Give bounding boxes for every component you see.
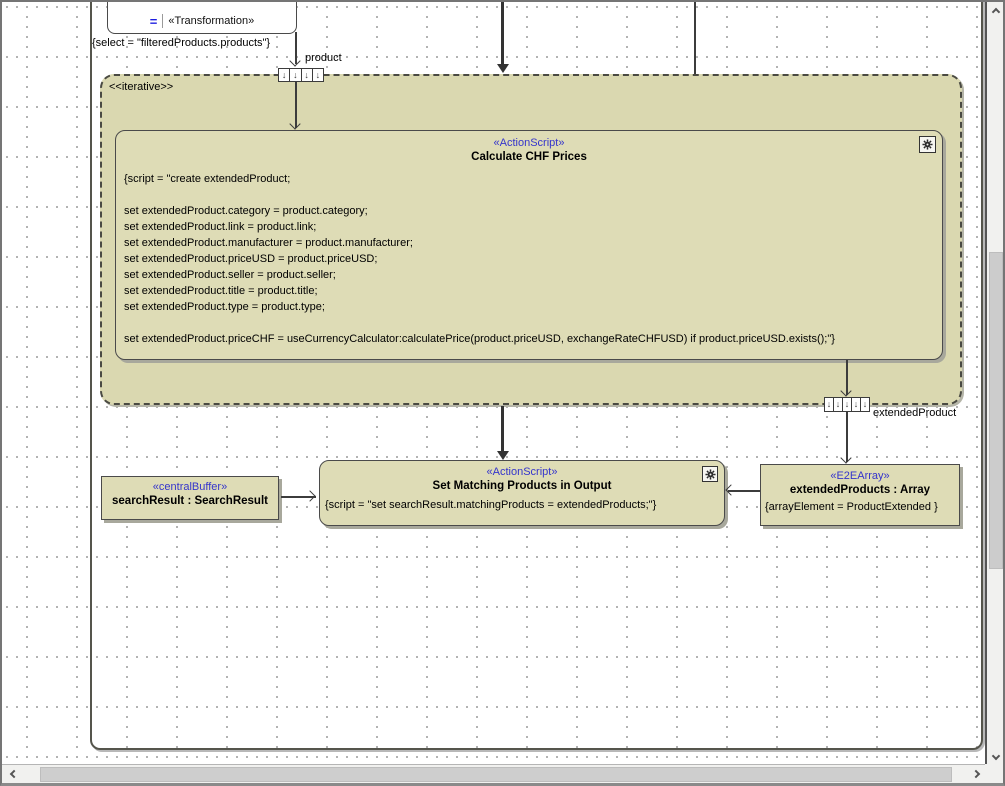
down-arrow-icon: ↓ <box>843 398 852 411</box>
down-arrow-icon: ↓ <box>861 398 869 411</box>
array-name: extendedProducts : Array <box>761 483 959 498</box>
gear-icon[interactable] <box>919 136 936 153</box>
chevron-right-icon <box>971 770 979 778</box>
transformation-stereotype: «Transformation» <box>168 15 254 27</box>
down-arrow-icon: ↓ <box>313 69 323 81</box>
down-arrow-icon: ↓ <box>834 398 843 411</box>
calculate-chf-prices-action[interactable]: «ActionScript» Calculate CHF Prices {scr… <box>115 130 943 360</box>
diagram-canvas[interactable]: = «Transformation» {select = "filteredPr… <box>2 2 985 765</box>
transformation-node[interactable]: = «Transformation» <box>107 2 297 34</box>
product-expansion-node[interactable]: ↓ ↓ ↓ ↓ <box>278 68 324 82</box>
action-stereotype: «ActionScript» <box>320 465 724 479</box>
chevron-left-icon <box>9 770 17 778</box>
product-pin-label: product <box>305 52 342 64</box>
array-stereotype: «E2EArray» <box>761 469 959 483</box>
chevron-up-icon <box>992 7 1000 15</box>
solid-arrowhead <box>497 451 509 460</box>
set-matching-products-action[interactable]: «ActionScript» Set Matching Products in … <box>319 460 725 526</box>
select-constraint: {select = "filteredProducts.products"} <box>92 37 270 49</box>
action-script-text: {script = "set searchResult.matchingProd… <box>320 497 724 513</box>
horizontal-scrollbar-thumb[interactable] <box>40 767 952 782</box>
array-element-constraint: {arrayElement = ProductExtended } <box>761 501 959 513</box>
down-arrow-icon: ↓ <box>825 398 834 411</box>
extended-product-expansion-node[interactable]: ↓ ↓ ↓ ↓ ↓ <box>824 397 870 412</box>
vertical-scrollbar-thumb[interactable] <box>989 252 1003 569</box>
stereotype-separator <box>162 14 163 28</box>
vertical-scrollbar[interactable] <box>985 2 1003 765</box>
down-arrow-icon: ↓ <box>852 398 861 411</box>
horizontal-scrollbar[interactable] <box>2 764 987 783</box>
scroll-up-button[interactable] <box>988 2 1004 18</box>
scroll-right-button[interactable] <box>969 766 985 782</box>
chevron-down-icon <box>992 751 1000 759</box>
action-stereotype: «ActionScript» <box>116 136 942 150</box>
buffer-name: searchResult : SearchResult <box>102 494 278 509</box>
buffer-stereotype: «centralBuffer» <box>102 480 278 494</box>
scroll-left-button[interactable] <box>4 766 20 782</box>
diagram-editor-window: = «Transformation» {select = "filteredPr… <box>0 0 1005 786</box>
scroll-down-button[interactable] <box>988 749 1004 765</box>
action-name: Calculate CHF Prices <box>116 150 942 165</box>
solid-arrowhead <box>497 64 509 73</box>
search-result-buffer-node[interactable]: «centralBuffer» searchResult : SearchRes… <box>101 476 279 520</box>
down-arrow-icon: ↓ <box>279 69 290 81</box>
extended-product-pin-label: extendedProduct <box>873 407 956 419</box>
equals-icon: = <box>150 15 158 28</box>
action-name: Set Matching Products in Output <box>320 479 724 494</box>
down-arrow-icon: ↓ <box>302 69 313 81</box>
scrollbar-corner <box>985 764 1003 783</box>
gear-icon[interactable] <box>702 466 718 482</box>
down-arrow-icon: ↓ <box>290 69 301 81</box>
extended-products-array-node[interactable]: «E2EArray» extendedProducts : Array {arr… <box>760 464 960 526</box>
iterative-region-stereotype: <<iterative>> <box>109 81 173 93</box>
action-script-text: {script = "create extendedProduct; set e… <box>124 171 835 347</box>
